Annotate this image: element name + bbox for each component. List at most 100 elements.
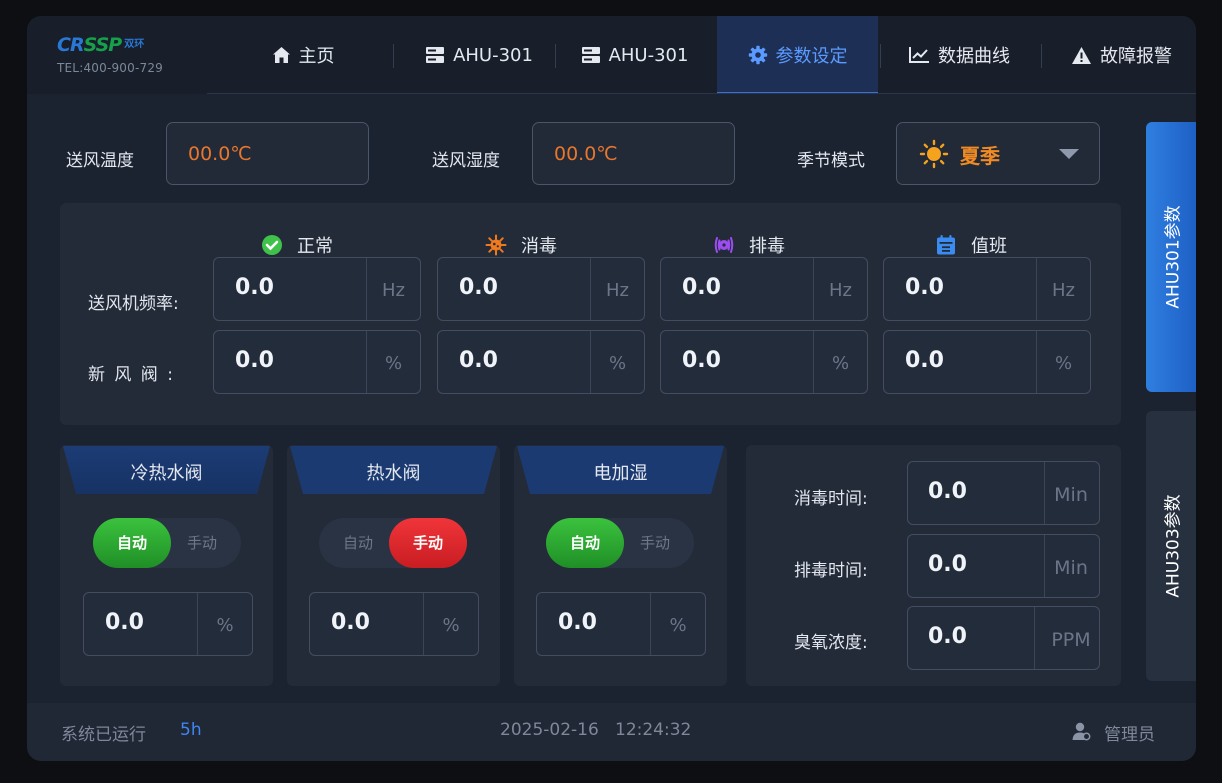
brand-logo: CRSSP 双环 TEL:400-900-729 <box>57 34 163 75</box>
system-datetime: 2025-02-16 12:24:32 <box>500 720 692 740</box>
check-circle-icon <box>261 234 283 256</box>
chevron-down-icon <box>1059 149 1079 159</box>
fresh-air-duty-field[interactable]: 0.0 % <box>883 330 1091 394</box>
tab-fault-alarm-label: 故障报警 <box>1100 46 1172 67</box>
fresh-air-exhaust-value: 0.0 <box>682 348 721 373</box>
auto-option[interactable]: 自动 <box>93 518 171 568</box>
unit-min-text: Min <box>1054 484 1088 506</box>
fresh-air-valve-label: 新 风 阀 : <box>88 365 175 385</box>
manual-option[interactable]: 手动 <box>616 518 694 568</box>
fan-frequency-duty-value: 0.0 <box>905 275 944 300</box>
user-icon <box>1071 721 1091 746</box>
fresh-air-duty-value: 0.0 <box>905 348 944 373</box>
unit-min: Min <box>1035 557 1099 579</box>
valve-opening-value: 0.0 <box>558 610 597 635</box>
tab-data-curve[interactable]: 数据曲线 <box>883 16 1035 94</box>
fan-frequency-normal-value: 0.0 <box>235 275 274 300</box>
tab-ahu-301-b[interactable]: AHU-301 <box>557 16 712 94</box>
tab-home[interactable]: 主页 <box>251 16 355 94</box>
mode-header-normal-label: 正常 <box>297 236 333 257</box>
valve-title-electric-humidifier: 电加湿 <box>593 463 648 484</box>
supply-temp-value: 00.0℃ <box>188 143 252 165</box>
valve-opening-field-electric-humidifier[interactable]: 0.0 % <box>536 592 706 656</box>
valve-opening-value: 0.0 <box>331 610 370 635</box>
fresh-air-normal-field[interactable]: 0.0 % <box>213 330 421 394</box>
season-mode-label: 季节模式 <box>797 151 865 171</box>
season-mode-select[interactable]: 夏季 <box>896 122 1100 185</box>
ozone-concentration-field[interactable]: 0.0 PPM <box>907 606 1100 670</box>
tab-home-label: 主页 <box>298 46 335 67</box>
fan-frequency-label: 送风机频率: <box>88 294 179 314</box>
supply-humidity-label: 送风湿度 <box>432 151 500 171</box>
sun-icon <box>919 139 949 173</box>
manual-option[interactable]: 手动 <box>389 518 467 568</box>
unit-percent: % <box>384 353 403 374</box>
nav-divider <box>1041 44 1042 68</box>
supply-temp-field[interactable]: 00.0℃ <box>166 122 369 185</box>
fresh-air-disinfect-value: 0.0 <box>459 348 498 373</box>
supply-humidity-value: 00.0℃ <box>554 143 618 165</box>
valve-opening-field-chilled-hot-water[interactable]: 0.0 % <box>83 592 253 656</box>
nav-divider <box>555 44 556 68</box>
unit-percent: % <box>442 615 460 636</box>
valve-opening-field-hot-water[interactable]: 0.0 % <box>309 592 479 656</box>
side-tab-ahu301-label: AHU301参数 <box>1163 205 1184 309</box>
unit-percent: % <box>216 615 234 636</box>
chart-line-icon <box>908 46 938 64</box>
tab-fault-alarm[interactable]: 故障报警 <box>1047 16 1196 94</box>
nav-divider <box>880 44 881 68</box>
valve-title-banner: 冷热水阀 <box>63 446 270 494</box>
mode-header-normal: 正常 <box>261 233 333 257</box>
ozone-concentration-label: 臭氧浓度: <box>794 633 868 653</box>
calendar-icon <box>935 234 957 256</box>
valve-mode-toggle-chilled-hot-water[interactable]: 自动 手动 <box>93 518 241 568</box>
uptime-value: 5h <box>180 720 202 740</box>
mode-header-exhaust: 排毒 <box>713 233 785 257</box>
unit-hz: Hz <box>829 280 852 301</box>
nav-underline <box>207 93 1196 94</box>
fresh-air-disinfect-field[interactable]: 0.0 % <box>437 330 645 394</box>
server-icon <box>581 46 609 64</box>
valve-mode-toggle-hot-water[interactable]: 自动 手动 <box>319 518 467 568</box>
unit-percent: % <box>669 615 687 636</box>
side-tab-ahu301-params[interactable]: AHU301参数 <box>1146 122 1196 392</box>
unit-hz: Hz <box>606 280 629 301</box>
tab-ahu-301-a-label: AHU-301 <box>453 44 533 66</box>
tab-parameter-settings-label: 参数设定 <box>775 46 848 67</box>
exhaust-time-field[interactable]: 0.0 Min <box>907 534 1100 598</box>
fan-frequency-disinfect-field[interactable]: 0.0 Hz <box>437 257 645 321</box>
auto-option[interactable]: 自动 <box>546 518 624 568</box>
valve-mode-toggle-electric-humidifier[interactable]: 自动 手动 <box>546 518 694 568</box>
fan-frequency-exhaust-field[interactable]: 0.0 Hz <box>660 257 868 321</box>
logo-mark: CRSSP <box>57 34 122 56</box>
auto-option[interactable]: 自动 <box>319 518 397 568</box>
fresh-air-normal-value: 0.0 <box>235 348 274 373</box>
tab-parameter-settings[interactable]: 参数设定 <box>717 16 878 94</box>
fresh-air-exhaust-field[interactable]: 0.0 % <box>660 330 868 394</box>
season-mode-value: 夏季 <box>960 144 1000 168</box>
mode-header-duty-label: 值班 <box>971 236 1007 257</box>
supply-temp-label: 送风温度 <box>66 151 134 171</box>
tab-ahu-301-a[interactable]: AHU-301 <box>403 16 555 94</box>
logo-cn: 双环 <box>124 39 145 50</box>
unit-hz: Hz <box>1052 280 1075 301</box>
exhaust-time-value: 0.0 <box>928 552 967 577</box>
side-tab-ahu303-params[interactable]: AHU303参数 <box>1146 411 1196 681</box>
top-nav: CRSSP 双环 TEL:400-900-729 主页 AHU-301 AHU-3… <box>27 16 1196 94</box>
brand-tel: TEL:400-900-729 <box>57 61 164 75</box>
supply-humidity-field[interactable]: 00.0℃ <box>532 122 735 185</box>
mode-header-disinfect: 消毒 <box>485 233 557 257</box>
unit-percent: % <box>1054 353 1073 374</box>
valve-opening-value: 0.0 <box>105 610 144 635</box>
manual-option[interactable]: 手动 <box>163 518 241 568</box>
fan-frequency-normal-field[interactable]: 0.0 Hz <box>213 257 421 321</box>
warning-icon <box>1071 46 1100 65</box>
fan-frequency-duty-field[interactable]: 0.0 Hz <box>883 257 1091 321</box>
current-user: 管理员 <box>1104 725 1155 745</box>
disinfect-time-value: 0.0 <box>928 479 967 504</box>
unit-min: Min <box>1035 484 1099 506</box>
valve-title-banner: 电加湿 <box>517 446 724 494</box>
unit-ppm: PPM <box>1035 629 1099 651</box>
disinfect-time-field[interactable]: 0.0 Min <box>907 461 1100 525</box>
tab-data-curve-label: 数据曲线 <box>938 46 1010 67</box>
